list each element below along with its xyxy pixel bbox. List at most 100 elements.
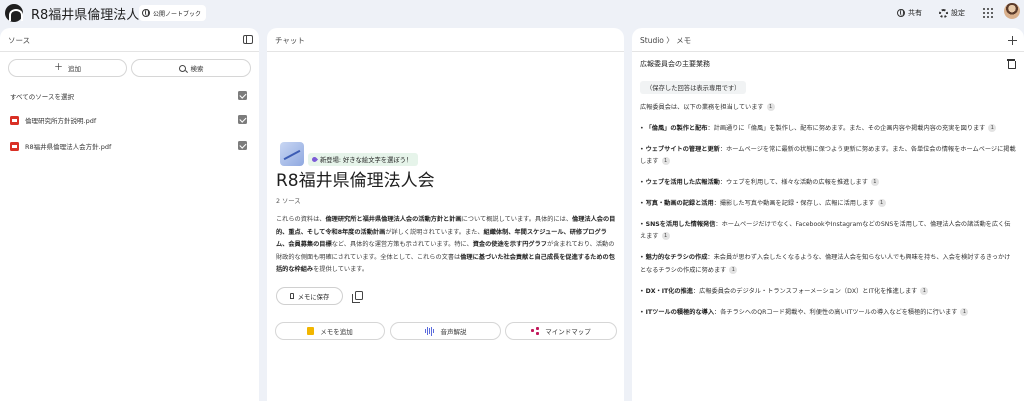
note-bullet-title: SNSを活用した情報発信 [645, 221, 716, 229]
citation-chip[interactable]: 1 [960, 307, 969, 316]
gear-icon [939, 8, 948, 18]
note-bullet-title: 写真・動画の記録と活用 [645, 200, 714, 208]
plus-icon: ＋ [53, 62, 63, 73]
source-count: 2 ソース [276, 198, 301, 205]
trash-icon[interactable] [1007, 58, 1016, 69]
settings-button[interactable]: 設定 [939, 5, 965, 21]
note-bullet-title: ITツールの積極的な導入 [645, 308, 715, 316]
source-checkbox[interactable] [238, 115, 247, 124]
divider [267, 51, 624, 52]
save-to-note-label: メモに保存 [297, 293, 330, 301]
public-notebook-badge: 公開ノートブック [139, 5, 207, 21]
note-bullet: • 「倫風」の製作と配布：計画通りに「倫風」を製作し、配布に努めます。また、その… [640, 123, 1016, 135]
select-all-row[interactable]: すべてのソースを選択 [10, 89, 247, 103]
notebook-summary: これらの資料は、倫理研究所と福井県倫理法人会の活動方針と計画について概説していま… [276, 214, 618, 277]
brush-icon [310, 155, 319, 164]
summary-segment: これらの資料は、 [276, 216, 326, 223]
note-bullet-title: 「倫風」の製作と配布 [645, 125, 708, 132]
note-bullet-title: 魅力的なチラシの作成 [645, 254, 708, 262]
note-bullet-list: • 「倫風」の製作と配布：計画通りに「倫風」を製作し、配布に努めます。また、その… [640, 123, 1016, 319]
note-bullet-text: ：広報委員会のデジタル・トランスフォーメーション（DX）とIT化を推進します [693, 287, 918, 295]
note-title: 広報委員会の主要業務 [640, 60, 710, 68]
note-bullet-title: ウェブサイトの管理と更新 [645, 146, 720, 153]
audio-wave-icon [424, 326, 435, 336]
note-bullet-title: DX・IT化の推進 [645, 287, 693, 295]
add-source-label: 追加 [68, 65, 81, 73]
citation-chip[interactable]: 1 [988, 124, 997, 132]
globe-icon [897, 9, 905, 17]
settings-label: 設定 [951, 9, 965, 17]
select-all-label: すべてのソースを選択 [10, 93, 74, 101]
note-intro: 広報委員会は、以下の業務を担当しています 1 [640, 102, 1016, 114]
globe-icon [142, 9, 150, 17]
add-note-label: メモを追加 [320, 328, 353, 336]
new-feature-chip[interactable]: 新登場: 好きな絵文字を選ぼう！ [308, 153, 419, 166]
apps-grid-icon[interactable] [983, 8, 993, 18]
summary-segment: など、具体的な運営方策も示されています。特に、 [331, 241, 473, 249]
source-item[interactable]: R8福井県倫理法人会方針.pdf [10, 139, 247, 153]
source-item-name: 倫理研究所方針説明.pdf [25, 117, 97, 125]
source-item-name: R8福井県倫理法人会方針.pdf [25, 143, 112, 151]
notebook-emoji-icon[interactable] [280, 142, 304, 166]
mind-map-button[interactable]: マインドマップ [505, 322, 617, 340]
note-bullet-text: ：各チラシへのQRコード掲載や、利便性の高いITツールの導入などを積極的に行いま… [714, 308, 958, 316]
notebooklm-logo-icon[interactable] [5, 4, 23, 22]
add-source-button[interactable]: ＋ 追加 [8, 59, 127, 77]
pin-icon [289, 293, 294, 299]
summary-segment: が詳しく説明されています。また、 [385, 228, 484, 236]
pdf-icon [10, 115, 19, 125]
top-bar: R8福井県倫理法人会 公開ノートブック 共有 設定 [0, 0, 1024, 26]
audio-overview-button[interactable]: 音声解説 [390, 322, 501, 340]
citation-chip[interactable]: 1 [870, 178, 879, 187]
note-icon [307, 327, 315, 335]
pdf-icon [10, 141, 19, 151]
citation-chip[interactable]: 1 [661, 232, 670, 241]
note-bullet-text: ：撮影した写真や動画を記録・保存し、広報に活用します [713, 200, 875, 208]
divider [0, 51, 259, 52]
note-intro-text: 広報委員会は、以下の業務を担当しています [640, 104, 764, 111]
note-bullet: • ウェブサイトの管理と更新：ホームページを常に最新の状態に保つよう更新に努めま… [640, 144, 1016, 168]
summary-segment: について概説しています。具体的には、 [461, 216, 573, 223]
notebook-heading: R8福井県倫理法人会 [276, 171, 435, 191]
readonly-notice: （保存した回答は表示専用です） [640, 81, 747, 94]
select-all-checkbox[interactable] [238, 91, 247, 100]
note-bullet: • DX・IT化の推進：広報委員会のデジタル・トランスフォーメーション（DX）と… [640, 286, 1016, 298]
collapse-icon[interactable] [1008, 36, 1017, 45]
mind-map-icon [531, 327, 540, 335]
divider [632, 51, 1024, 52]
add-note-button[interactable]: メモを追加 [275, 322, 385, 340]
copy-icon[interactable] [352, 291, 363, 303]
avatar[interactable] [1004, 3, 1020, 19]
note-bullet-title: ウェブを活用した広報活動 [645, 179, 720, 187]
share-button[interactable]: 共有 [897, 5, 922, 21]
note-bullet: • ウェブを活用した広報活動：ウェブを利用して、様々な活動の広報を推進します 1 [640, 177, 1016, 189]
search-icon [178, 64, 186, 72]
save-to-note-button[interactable]: メモに保存 [276, 287, 343, 305]
citation-chip[interactable]: 1 [877, 199, 886, 208]
breadcrumb[interactable]: Studio 〉 メモ [640, 35, 691, 46]
citation-chip[interactable]: 1 [920, 286, 929, 295]
source-item[interactable]: 倫理研究所方針説明.pdf [10, 113, 247, 127]
note-bullet: • 写真・動画の記録と活用：撮影した写真や動画を記録・保存し、広報に活用します … [640, 198, 1016, 210]
chat-header: チャット [275, 36, 305, 45]
note-body: 広報委員会は、以下の業務を担当しています 1 • 「倫風」の製作と配布：計画通り… [640, 102, 1016, 328]
citation-chip[interactable]: 1 [729, 265, 738, 274]
notebook-title[interactable]: R8福井県倫理法人会 [31, 4, 152, 23]
citation-chip[interactable]: 1 [661, 157, 670, 166]
discover-sources-button[interactable]: 検索 [131, 59, 251, 77]
discover-sources-label: 検索 [190, 65, 204, 73]
sources-header: ソース [8, 36, 31, 45]
source-checkbox[interactable] [238, 141, 247, 150]
collapse-panel-icon[interactable] [243, 35, 253, 44]
summary-segment: を提供しています。 [313, 266, 369, 274]
note-bullet: • ITツールの積極的な導入：各チラシへのQRコード掲載や、利便性の高いITツー… [640, 307, 1016, 319]
note-bullet: • SNSを活用した情報発信：ホームページだけでなく、FacebookやInst… [640, 219, 1016, 243]
public-notebook-label: 公開ノートブック [153, 10, 202, 18]
mind-map-label: マインドマップ [545, 328, 591, 336]
note-bullet-text: ：計画通りに「倫風」を製作し、配布に努めます。また、その企画内容や掲載内容の充実… [707, 125, 986, 132]
citation-chip[interactable]: 1 [766, 103, 775, 111]
audio-overview-label: 音声解説 [440, 328, 467, 336]
new-feature-label: 新登場: 好きな絵文字を選ぼう！ [320, 157, 413, 164]
note-bullet-text: ：ウェブを利用して、様々な活動の広報を推進します [719, 179, 868, 187]
sources-panel: ソース ＋ 追加 検索 すべてのソースを選択 倫理研究所方針説明.pdf R8福… [0, 28, 259, 401]
